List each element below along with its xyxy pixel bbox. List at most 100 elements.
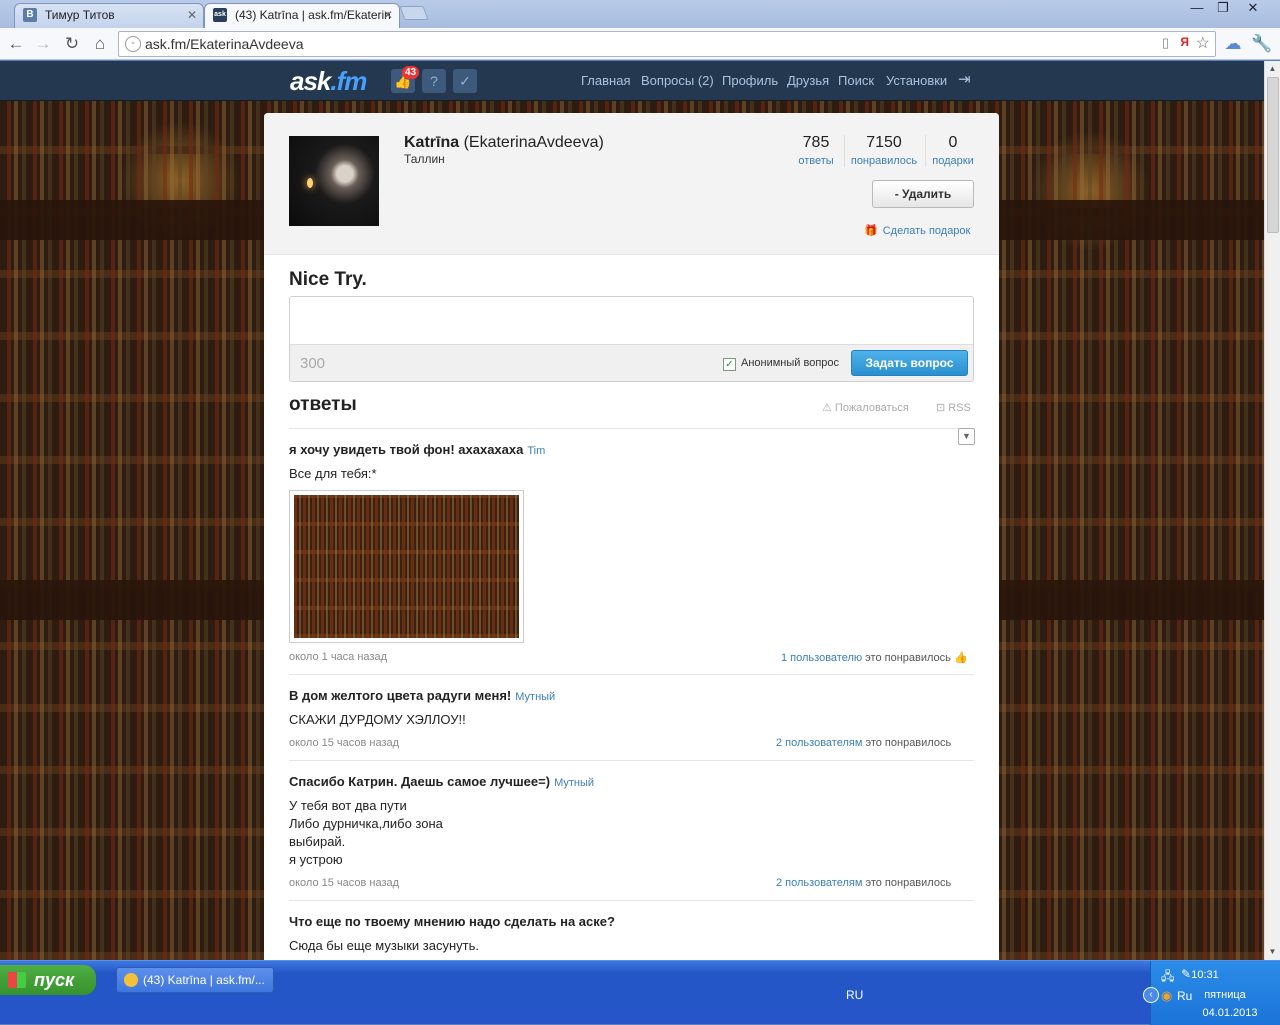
answer-options-dropdown[interactable]: ▼	[958, 428, 975, 445]
unfollow-button[interactable]: - Удалить	[872, 180, 974, 208]
warning-icon: ⚠	[822, 402, 835, 414]
page-info-icon[interactable]: ◦	[125, 36, 141, 52]
chrome-icon	[124, 973, 138, 987]
tab-title: Тимур Титов	[45, 8, 115, 22]
url-text: ask.fm/EkaterinaAvdeeva	[145, 36, 304, 52]
profile-city: Таллин	[404, 152, 445, 166]
scroll-up-icon[interactable]: ▲	[1265, 61, 1280, 76]
likes-users-link[interactable]: 2 пользователям	[776, 877, 862, 889]
divider	[289, 900, 974, 901]
network-icon[interactable]: 🖧	[1161, 967, 1174, 988]
restore-icon[interactable]: ❐	[1210, 0, 1236, 18]
page-action-icon[interactable]: ▯	[1162, 35, 1169, 51]
question-input[interactable]	[290, 297, 973, 344]
stat-answers[interactable]: 785 ответы	[794, 134, 838, 167]
nav-questions[interactable]: Вопросы (2)	[641, 73, 714, 88]
tab-title: (43) Katrīna | ask.fm/Ekaterin	[235, 8, 391, 22]
nav-home[interactable]: Главная	[581, 73, 630, 88]
tray-language[interactable]: Ru	[1177, 989, 1192, 1003]
like-icon[interactable]: 👍	[954, 652, 968, 664]
clock-time[interactable]: 10:31	[1175, 969, 1235, 981]
wrench-menu-icon[interactable]: 🔧	[1251, 33, 1273, 55]
divider	[289, 674, 974, 675]
stat-gifts[interactable]: 0 подарки	[928, 134, 978, 167]
reload-icon[interactable]: ↻	[61, 33, 83, 55]
answer-time[interactable]: около 15 часов назад	[289, 737, 399, 749]
rss-link[interactable]: ⊡ RSS	[936, 401, 971, 414]
minimize-icon[interactable]: —	[1184, 0, 1210, 18]
gift-link[interactable]: 🎁 Сделать подарок	[864, 224, 970, 237]
stat-likes[interactable]: 7150 понравилось	[848, 134, 920, 167]
question-author[interactable]: Мутный	[515, 691, 555, 703]
anonymous-checkbox[interactable]: ✓	[723, 358, 736, 371]
home-icon[interactable]: ⌂	[89, 33, 111, 55]
stat-value: 0	[948, 134, 958, 151]
ask-form: 300 ✓ Анонимный вопрос Задать вопрос	[289, 296, 974, 382]
answer-text: У тебя вот два пути Либо дурничка,либо з…	[289, 798, 443, 867]
stat-label: подарки	[932, 155, 974, 167]
scroll-down-icon[interactable]: ▼	[1265, 944, 1280, 959]
page-scrollbar[interactable]: ▲ ▼	[1264, 61, 1280, 960]
notification-badge: 43	[402, 66, 420, 79]
scroll-thumb[interactable]	[1267, 77, 1279, 233]
stat-divider	[925, 135, 926, 167]
avatar[interactable]	[289, 136, 379, 226]
ask-question-button[interactable]: Задать вопрос	[851, 350, 968, 376]
start-button[interactable]: пуск	[0, 965, 96, 995]
logo-main: ask	[290, 66, 331, 96]
stat-value: 7150	[866, 134, 902, 151]
stat-value: 785	[802, 134, 830, 151]
askfm-logo[interactable]: ask.fm	[290, 66, 367, 97]
question: Спасибо Катрин. Даешь самое лучшее=)	[289, 774, 551, 789]
nav-settings[interactable]: Установки	[886, 73, 947, 88]
question-author[interactable]: Мутный	[554, 777, 594, 789]
bookmark-star-icon[interactable]: ☆	[1196, 33, 1210, 53]
nav-profile[interactable]: Профиль	[722, 73, 778, 88]
likes-users-link[interactable]: 1 пользователю	[781, 652, 862, 664]
clock-date: 04.01.2013	[1202, 1007, 1258, 1019]
close-window-icon[interactable]: ✕	[1240, 0, 1266, 18]
forward-icon[interactable]: →	[32, 33, 54, 55]
language-indicator[interactable]: RU	[846, 988, 863, 1002]
page-viewport: ask.fm 👍 43 ? ✓ Главная Вопросы (2) Проф…	[0, 61, 1264, 960]
likes-text: это понравилось	[862, 877, 952, 889]
new-tab-button[interactable]	[399, 6, 429, 20]
yandex-icon[interactable]: Я	[1180, 35, 1189, 49]
windows-logo-icon	[8, 972, 26, 988]
start-label: пуск	[34, 970, 75, 990]
anonymous-label[interactable]: Анонимный вопрос	[741, 357, 839, 369]
browser-toolbar: ← → ↻ ⌂ ◦ ask.fm/EkaterinaAvdeeva ▯ Я ☆ …	[0, 28, 1280, 60]
address-bar[interactable]: ◦ ask.fm/EkaterinaAvdeeva ▯ Я ☆	[118, 31, 1216, 57]
close-tab-icon[interactable]: ✕	[383, 4, 393, 26]
display-name: Katrīna	[404, 134, 460, 151]
answer-time[interactable]: около 1 часа назад	[289, 651, 387, 663]
answer-photo[interactable]	[289, 490, 524, 643]
nav-search[interactable]: Поиск	[838, 73, 874, 88]
logout-icon[interactable]: ⇥	[958, 70, 971, 88]
answer-time[interactable]: около 15 часов назад	[289, 877, 399, 889]
question-author[interactable]: Tim	[527, 445, 545, 457]
report-link[interactable]: ⚠ Пожаловаться	[822, 401, 909, 414]
system-tray: 🖧 ✎ ‹ ◉ Ru 10:31 пятница 04.01.2013	[1143, 961, 1280, 1025]
answers-icon[interactable]: ✓	[453, 69, 477, 93]
nav-friends[interactable]: Друзья	[787, 73, 829, 88]
back-icon[interactable]: ←	[5, 33, 27, 55]
clock-weekday: пятница	[1204, 989, 1246, 1001]
extension-icon[interactable]: ☁	[1222, 33, 1244, 55]
close-tab-icon[interactable]: ✕	[187, 4, 197, 26]
likes-info: 1 пользователю это понравилось 👍	[781, 651, 968, 664]
likes-users-link[interactable]: 2 пользователям	[776, 737, 862, 749]
question: В дом желтого цвета радуги меня!	[289, 688, 512, 703]
show-hidden-icons-icon[interactable]: ‹	[1143, 987, 1159, 1003]
browser-tab-askfm[interactable]: ask (43) Katrīna | ask.fm/Ekaterin ✕	[204, 3, 400, 29]
gift-icon: 🎁	[864, 225, 878, 237]
questions-icon[interactable]: ?	[422, 69, 446, 93]
divider	[289, 428, 974, 429]
tray-circle-icon[interactable]: ◉	[1161, 988, 1172, 1004]
windows-taskbar: пуск (43) Katrīna | ask.fm/... RU 🖧 ✎ ‹ …	[0, 960, 1280, 1025]
taskbar-window-button[interactable]: (43) Katrīna | ask.fm/...	[116, 967, 274, 993]
browser-tab-vk[interactable]: В Тимур Титов ✕	[14, 3, 204, 28]
taskbar-window-title: (43) Katrīna | ask.fm/...	[143, 973, 265, 987]
answer-text: СКАЖИ ДУРДОМУ ХЭЛЛОУ!!	[289, 712, 466, 727]
answers-heading: ответы	[289, 394, 357, 415]
